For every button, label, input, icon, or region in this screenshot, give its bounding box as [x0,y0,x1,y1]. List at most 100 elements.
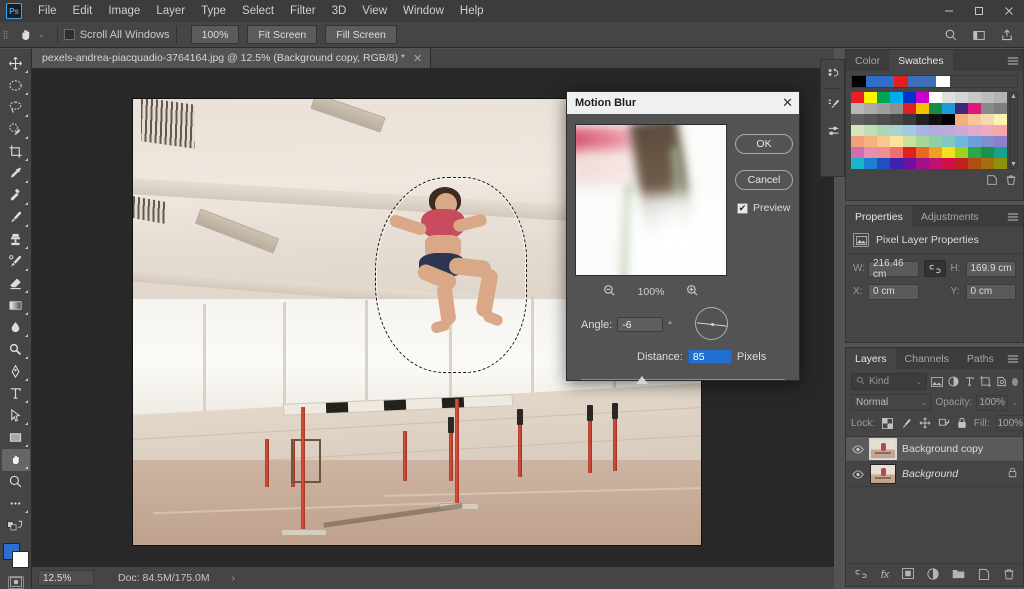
swatch-81[interactable] [968,158,981,169]
swatch-2[interactable] [877,92,890,103]
new-group-icon[interactable] [952,568,965,582]
rectangle-tool[interactable] [2,427,30,449]
menu-window[interactable]: Window [395,0,452,22]
swatch-59[interactable] [994,136,1007,147]
close-button[interactable] [994,0,1024,22]
swatch-65[interactable] [916,147,929,158]
type-filter-icon[interactable] [963,374,975,389]
status-caret-icon[interactable]: › [232,573,235,584]
panel-menu-icon[interactable] [1007,206,1019,227]
elliptical-marquee-tool[interactable] [2,75,30,97]
dialog-preview-image[interactable] [575,124,727,276]
swatch-48[interactable] [851,136,864,147]
swatch-24[interactable] [851,114,864,125]
link-layers-icon[interactable] [854,569,868,581]
lock-all-icon[interactable] [957,417,967,429]
swatch-69[interactable] [968,147,981,158]
link-dimensions-icon[interactable] [923,260,946,277]
filter-toggle-icon[interactable] [1011,377,1018,386]
swatch-10[interactable] [981,92,994,103]
recent-swatch-5[interactable] [922,76,936,87]
new-swatch-icon[interactable] [986,174,998,189]
swatch-20[interactable] [955,103,968,114]
distance-slider[interactable] [581,376,785,390]
layer-styles-icon[interactable]: fx [881,569,890,581]
pen-tool[interactable] [2,361,30,383]
lock-transparent-pixels-icon[interactable] [881,417,893,429]
swatch-11[interactable] [994,92,1007,103]
scroll-up-icon[interactable]: ▲ [1010,93,1017,100]
swatch-55[interactable] [942,136,955,147]
swatch-19[interactable] [942,103,955,114]
swatch-41[interactable] [916,125,929,136]
fill-screen-button[interactable]: Fill Screen [325,25,397,44]
menu-view[interactable]: View [354,0,395,22]
swatch-29[interactable] [916,114,929,125]
swatch-0[interactable] [851,92,864,103]
layer-thumbnail[interactable] [869,438,897,460]
adjustments-icon[interactable] [821,117,846,144]
menu-help[interactable]: Help [452,0,492,22]
swatch-26[interactable] [877,114,890,125]
menu-filter[interactable]: Filter [282,0,324,22]
delete-swatch-icon[interactable] [1005,174,1017,189]
swatch-28[interactable] [903,114,916,125]
swatch-30[interactable] [929,114,942,125]
panel-menu-icon[interactable] [1007,50,1019,71]
swatch-77[interactable] [916,158,929,169]
angle-input[interactable]: -6 [617,317,664,332]
recent-swatch-1[interactable] [866,76,880,87]
swatch-8[interactable] [955,92,968,103]
swatch-6[interactable] [929,92,942,103]
new-layer-icon[interactable] [978,568,990,583]
smart-object-filter-icon[interactable] [995,374,1007,389]
swatch-71[interactable] [994,147,1007,158]
document-tab[interactable]: pexels-andrea-piacquadio-3764164.jpg @ 1… [32,48,432,68]
layer-row-background-copy[interactable]: Background copy [846,437,1023,462]
swatches-scrollbar[interactable]: ▲ ▼ [1009,92,1018,169]
swatch-39[interactable] [890,125,903,136]
swatch-62[interactable] [877,147,890,158]
x-field[interactable]: 0 cm [868,283,919,300]
move-tool[interactable] [2,53,30,75]
tab-adjustments[interactable]: Adjustments [912,206,988,227]
swatch-34[interactable] [981,114,994,125]
lock-artboard-icon[interactable] [938,417,950,429]
swatch-18[interactable] [929,103,942,114]
layer-mask-icon[interactable] [902,568,915,582]
swatch-73[interactable] [864,158,877,169]
swatch-60[interactable] [851,147,864,158]
layer-thumbnail[interactable] [870,464,896,484]
swatch-67[interactable] [942,147,955,158]
cancel-button[interactable]: Cancel [735,170,793,190]
swatch-16[interactable] [903,103,916,114]
swatch-54[interactable] [929,136,942,147]
close-icon[interactable]: ✕ [413,52,422,65]
dodge-tool[interactable] [2,339,30,361]
eye-icon[interactable] [852,445,864,454]
swatch-68[interactable] [955,147,968,158]
brush-presets-icon[interactable] [821,90,846,117]
preview-checkbox[interactable]: ✔ Preview [737,202,790,214]
brush-tool[interactable] [2,207,30,229]
hand-tool-icon[interactable] [12,24,38,46]
motion-blur-dialog[interactable]: Motion Blur ✕ OK Cancel ✔ Preview 100% A… [566,91,800,384]
swatch-44[interactable] [955,125,968,136]
fit-screen-button[interactable]: Fit Screen [247,25,318,44]
zoom-tool[interactable] [2,471,30,493]
swatch-78[interactable] [929,158,942,169]
swatch-13[interactable] [864,103,877,114]
tab-paths[interactable]: Paths [958,348,1003,369]
width-field[interactable]: 216.46 cm [868,258,919,280]
swatch-72[interactable] [851,158,864,169]
swatch-49[interactable] [864,136,877,147]
eye-icon[interactable] [852,470,864,479]
tab-channels[interactable]: Channels [896,348,958,369]
scroll-all-windows-checkbox[interactable]: Scroll All Windows [63,29,170,41]
panel-menu-icon[interactable] [1007,348,1019,369]
swatch-80[interactable] [955,158,968,169]
recent-swatch-3[interactable] [894,76,908,87]
adjustment-layer-icon[interactable] [927,567,939,583]
swatch-35[interactable] [994,114,1007,125]
swatch-grid[interactable] [851,92,1007,169]
